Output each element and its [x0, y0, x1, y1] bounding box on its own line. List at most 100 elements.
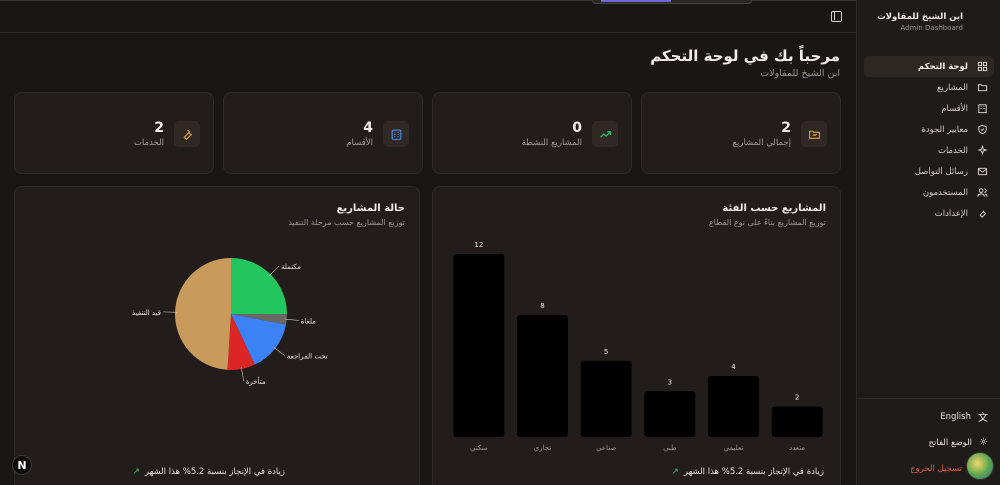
- theme-toggle[interactable]: الوضع الفاتح ☼: [929, 437, 988, 448]
- bar[interactable]: [771, 406, 823, 438]
- stat-value: 0: [572, 120, 582, 136]
- bar-category-label: صناعي: [596, 444, 616, 452]
- stat-label: الخدمات: [133, 138, 164, 148]
- stat-value: 2: [781, 120, 791, 136]
- bar[interactable]: [453, 254, 505, 437]
- language-toggle[interactable]: English 文: [940, 409, 988, 425]
- bar-category-label: متعدد: [789, 444, 805, 452]
- bar[interactable]: [644, 391, 696, 437]
- pie-chart: مكتملة ملغاة تحت المراجعة متأخرة قيد التنفيذ: [132, 258, 328, 386]
- brand-tagline: Admin Dashboard: [900, 24, 963, 32]
- bar-value-label: 8: [540, 302, 544, 310]
- sidebar-item-settings[interactable]: الإعدادات: [864, 203, 994, 224]
- pie-footer-text: زيادة في الإنجاز بنسبة 5.2% هذا الشهر: [144, 467, 285, 477]
- building-icon: [977, 103, 988, 114]
- bar-value-label: 2: [795, 394, 799, 402]
- welcome-block: مرحباً بك في لوحة التحكم ابن الشيخ للمقا…: [650, 47, 840, 79]
- stat-value: 4: [363, 120, 373, 136]
- sidebar: ابن الشيخ للمقاولات Admin Dashboard لوحة…: [856, 0, 1000, 485]
- brand: ابن الشيخ للمقاولات Admin Dashboard: [877, 12, 963, 32]
- pie-leader-line: [273, 346, 285, 356]
- building-icon: [383, 121, 409, 147]
- pie-slice-label: مكتملة: [281, 263, 301, 271]
- bar[interactable]: [708, 376, 759, 437]
- sparkles-icon: [977, 145, 988, 156]
- bar-value-label: 3: [668, 378, 672, 386]
- pie-chart-panel: حالة المشاريع توزيع المشاريع حسب مرحلة ا…: [14, 186, 420, 485]
- pie-leader-line: [268, 265, 280, 277]
- sidebar-item-label: المشاريع: [936, 82, 968, 93]
- pie-leader-line: [240, 366, 245, 381]
- pie-slice-label: تحت المراجعة: [287, 353, 328, 361]
- sidebar-item-messages[interactable]: رسائل التواصل: [864, 161, 994, 182]
- sidebar-item-label: المستخدمون: [922, 187, 968, 198]
- bar-chart-footer: زيادة في الإنجاز بنسبة 5.2% هذا الشهر ↗: [671, 467, 824, 477]
- bar[interactable]: [580, 360, 632, 437]
- pie-chart-subtitle: توزيع المشاريع حسب مرحلة التنفيذ: [288, 218, 405, 227]
- sidebar-item-label: الخدمات: [937, 145, 968, 156]
- pie-chart-footer: زيادة في الإنجاز بنسبة 5.2% هذا الشهر ↗: [132, 467, 285, 477]
- stat-card-active-projects: 0 المشاريع النشطة: [432, 92, 632, 174]
- bar[interactable]: [517, 315, 568, 437]
- stat-value: 2: [154, 120, 164, 136]
- sidebar-item-quality[interactable]: معايير الجودة: [864, 119, 994, 140]
- pie-slice[interactable]: [175, 258, 231, 370]
- bar-category-label: تعليمي: [724, 444, 744, 452]
- trending-up-icon: ↗: [671, 467, 679, 477]
- users-icon: [977, 187, 988, 198]
- bar-category-label: سكني: [470, 444, 488, 452]
- bar-chart: 12 سكني 8 تجاري 5 صناعي 3 طبي 4 تعليمي 2 متعدد: [453, 241, 823, 452]
- bar-footer-text: زيادة في الإنجاز بنسبة 5.2% هذا الشهر: [683, 467, 824, 477]
- folder-icon: [977, 82, 988, 93]
- sun-icon: ☼: [979, 437, 988, 448]
- mail-icon: [977, 166, 988, 177]
- stat-card-departments: 4 الأقسام: [223, 92, 423, 174]
- sidebar-item-dashboard[interactable]: لوحة التحكم: [864, 56, 994, 77]
- sidebar-item-label: رسائل التواصل: [914, 166, 968, 177]
- main-content: مرحباً بك في لوحة التحكم ابن الشيخ للمقا…: [0, 0, 856, 485]
- sidebar-toggle-icon[interactable]: [831, 11, 842, 22]
- sidebar-item-services[interactable]: الخدمات: [864, 140, 994, 161]
- pie-leader-line: [284, 318, 299, 321]
- sidebar-divider: [856, 398, 1000, 399]
- stat-label: المشاريع النشطة: [521, 138, 582, 148]
- bar-category-label: طبي: [663, 444, 677, 452]
- bar-chart-panel: المشاريع حسب الفئة توزيع المشاريع بناءً …: [432, 186, 841, 485]
- language-label: English: [940, 411, 971, 422]
- sidebar-item-departments[interactable]: الأقسام: [864, 98, 994, 119]
- pie-slice-label: ملغاة: [301, 317, 316, 325]
- sidebar-item-label: الإعدادات: [934, 208, 968, 219]
- bar-value-label: 12: [474, 241, 483, 249]
- page-title: مرحباً بك في لوحة التحكم: [650, 47, 840, 65]
- sidebar-item-label: لوحة التحكم: [917, 61, 968, 72]
- stat-label: إجمالي المشاريع: [732, 138, 791, 148]
- stat-label: الأقسام: [346, 138, 373, 148]
- stat-card-services: 2 الخدمات: [14, 92, 214, 174]
- wrench-icon: [174, 121, 200, 147]
- sidebar-item-users[interactable]: المستخدمون: [864, 182, 994, 203]
- dashboard-icon: [977, 61, 988, 72]
- sidebar-item-projects[interactable]: المشاريع: [864, 77, 994, 98]
- pie-slice-label: متأخرة: [246, 376, 266, 386]
- sidebar-item-label: معايير الجودة: [921, 124, 968, 135]
- bar-chart-title: المشاريع حسب الفئة: [722, 203, 826, 214]
- trending-up-icon: [592, 121, 618, 147]
- bar-value-label: 4: [731, 363, 736, 371]
- logout-button[interactable]: تسجيل الخروج: [910, 464, 962, 474]
- brand-name: ابن الشيخ للمقاولات: [877, 12, 963, 22]
- pie-chart-title: حالة المشاريع: [336, 203, 405, 214]
- sidebar-nav: لوحة التحكم المشاريع الأقسام معايير الجو…: [864, 56, 994, 224]
- translate-icon: 文: [978, 413, 988, 424]
- theme-label: الوضع الفاتح: [928, 437, 973, 448]
- bar-value-label: 5: [604, 348, 608, 356]
- avatar[interactable]: [966, 452, 994, 480]
- folder-icon: [801, 121, 827, 147]
- bar-chart-subtitle: توزيع المشاريع بناءً على نوع القطاع: [708, 218, 826, 227]
- bar-category-label: تجاري: [534, 444, 552, 452]
- next-badge[interactable]: N: [12, 455, 32, 475]
- sidebar-item-label: الأقسام: [941, 103, 968, 114]
- stat-card-total-projects: 2 إجمالي المشاريع: [641, 92, 841, 174]
- header-bar: [0, 0, 856, 33]
- pie-slice-label: قيد التنفيذ: [132, 309, 161, 317]
- shield-icon: [977, 124, 988, 135]
